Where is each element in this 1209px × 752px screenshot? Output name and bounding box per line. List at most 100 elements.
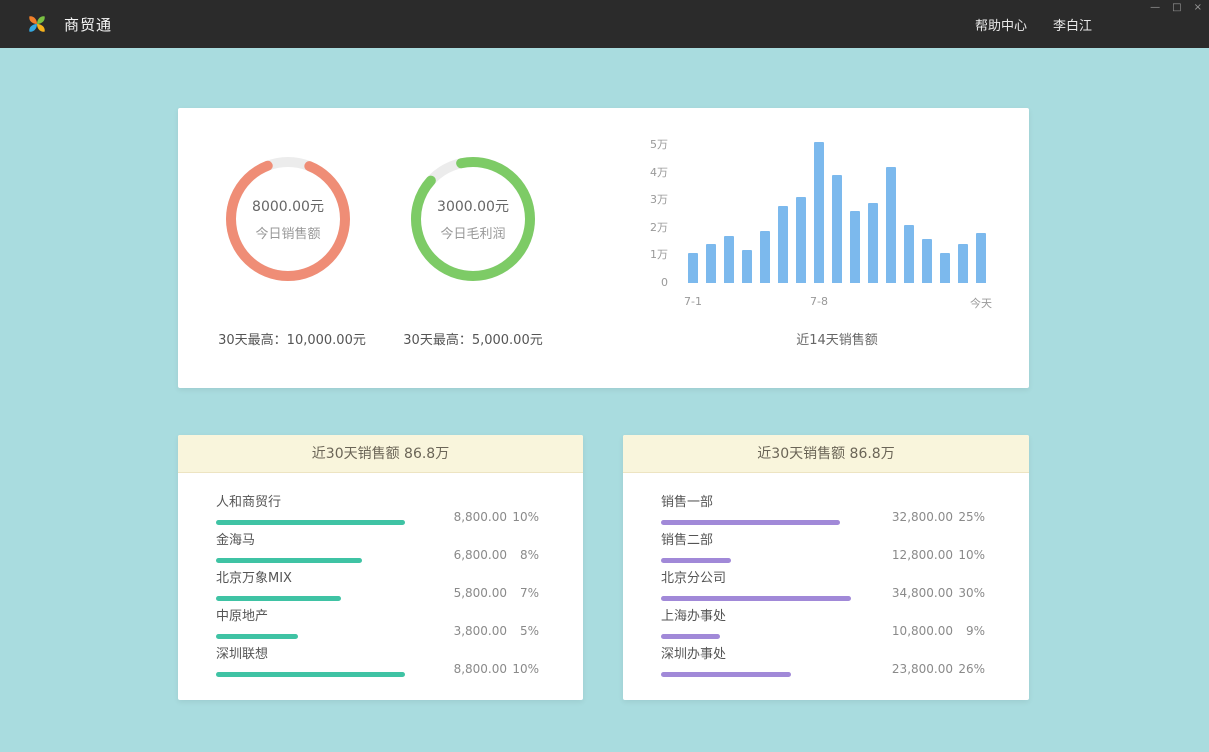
- chart-bar: [904, 225, 914, 283]
- y-axis-tick: 5万: [650, 138, 668, 152]
- rank-row-numbers: 8,800.00 10%: [421, 510, 539, 524]
- rank-row-name: 中原地产: [216, 609, 405, 625]
- x-axis-labels: 7-1 7-8 今天: [638, 295, 1018, 311]
- y-axis-labels: 5万4万3万2万1万0: [638, 138, 668, 290]
- rank-row: 销售二部 12,800.00 10%: [661, 533, 985, 563]
- rank-row-numbers: 6,800.00 8%: [421, 548, 539, 562]
- rank-row-bar: [661, 520, 840, 525]
- customer-rank-card: 近30天销售额 86.8万 人和商贸行 8,800.00 10% 金海马 6,8…: [178, 435, 583, 700]
- rank-row-name: 销售一部: [661, 495, 851, 511]
- rank-row-percent: 9%: [953, 624, 985, 638]
- rank-row-numbers: 3,800.00 5%: [421, 624, 539, 638]
- chart-bar: [724, 236, 734, 283]
- user-name-link[interactable]: 李白江: [1053, 15, 1092, 34]
- rank-row-bar: [661, 558, 731, 563]
- rank-row-percent: 25%: [953, 510, 985, 524]
- rank-row-amount: 8,800.00: [421, 510, 507, 524]
- rank-row-name: 金海马: [216, 533, 405, 549]
- rank-row: 人和商贸行 8,800.00 10%: [216, 495, 539, 525]
- rank-row-numbers: 10,800.00 9%: [867, 624, 985, 638]
- rank-row: 深圳办事处 23,800.00 26%: [661, 647, 985, 677]
- chart-bar: [850, 211, 860, 283]
- rank-row-percent: 10%: [953, 548, 985, 562]
- y-axis-tick: 2万: [650, 221, 668, 235]
- titlebar: — □ × 商贸通 帮助中心 李白江: [0, 0, 1209, 48]
- today-sales-30day-max: 30天最高：10,000.00元: [192, 329, 392, 348]
- chart-bar: [922, 239, 932, 283]
- window-controls: — □ ×: [1150, 2, 1202, 14]
- rank-row-bar: [216, 596, 341, 601]
- rank-row: 深圳联想 8,800.00 10%: [216, 647, 539, 677]
- rank-row-amount: 8,800.00: [421, 662, 507, 676]
- maximize-button[interactable]: □: [1172, 2, 1181, 14]
- rank-row-bar: [661, 672, 791, 677]
- rank-row-name: 上海办事处: [661, 609, 851, 625]
- close-button[interactable]: ×: [1194, 2, 1202, 14]
- rank-row: 上海办事处 10,800.00 9%: [661, 609, 985, 639]
- rank-row-name: 深圳办事处: [661, 647, 851, 663]
- chart-bar: [706, 244, 716, 283]
- rank-row-numbers: 8,800.00 10%: [421, 662, 539, 676]
- rank-row-numbers: 32,800.00 25%: [867, 510, 985, 524]
- rank-row-left: 金海马: [216, 533, 405, 563]
- chart-bar: [940, 253, 950, 283]
- rank-row-left: 深圳办事处: [661, 647, 851, 677]
- rank-row-percent: 10%: [507, 662, 539, 676]
- sales-bar-chart: 5万4万3万2万1万0 7-17-8今天 近14天销售额: [638, 133, 1018, 348]
- rank-row-numbers: 23,800.00 26%: [867, 662, 985, 676]
- rank-row-left: 北京分公司: [661, 571, 851, 601]
- rank-row-amount: 34,800.00: [867, 586, 953, 600]
- help-center-link[interactable]: 帮助中心: [975, 15, 1027, 34]
- rank-row-left: 深圳联想: [216, 647, 405, 677]
- x-axis-label: 7-1: [684, 295, 702, 308]
- department-rank-title: 近30天销售额 86.8万: [623, 435, 1029, 473]
- app-logo-icon: [24, 11, 50, 37]
- y-axis-tick: 3万: [650, 193, 668, 207]
- rank-row-name: 北京分公司: [661, 571, 851, 587]
- rank-row-amount: 32,800.00: [867, 510, 953, 524]
- rank-row-bar: [216, 520, 405, 525]
- chart-bar: [958, 244, 968, 283]
- chart-bar: [886, 167, 896, 283]
- rank-row-left: 人和商贸行: [216, 495, 405, 525]
- rank-row: 北京分公司 34,800.00 30%: [661, 571, 985, 601]
- today-sales-donut-chart: [223, 154, 353, 284]
- rank-row-amount: 10,800.00: [867, 624, 953, 638]
- chart-bar: [976, 233, 986, 283]
- department-rank-card: 近30天销售额 86.8万 销售一部 32,800.00 25% 销售二部 12…: [623, 435, 1029, 700]
- rank-row: 中原地产 3,800.00 5%: [216, 609, 539, 639]
- y-axis-tick: 1万: [650, 248, 668, 262]
- rank-row-percent: 8%: [507, 548, 539, 562]
- rank-row-numbers: 12,800.00 10%: [867, 548, 985, 562]
- chart-bar: [778, 206, 788, 283]
- department-rank-list: 销售一部 32,800.00 25% 销售二部 12,800.00 10% 北京…: [623, 473, 1029, 677]
- rank-row-amount: 3,800.00: [421, 624, 507, 638]
- rank-row-bar: [216, 672, 405, 677]
- rank-row-percent: 10%: [507, 510, 539, 524]
- rank-row-name: 人和商贸行: [216, 495, 405, 511]
- rank-row: 北京万象MIX 5,800.00 7%: [216, 571, 539, 601]
- rank-row-percent: 5%: [507, 624, 539, 638]
- chart-bar: [814, 142, 824, 283]
- today-profit-donut-chart: [408, 154, 538, 284]
- app-title: 商贸通: [64, 14, 112, 35]
- customer-rank-title: 近30天销售额 86.8万: [178, 435, 583, 473]
- x-axis-label: 7-8: [810, 295, 828, 308]
- chart-bar: [868, 203, 878, 283]
- rank-row-name: 北京万象MIX: [216, 571, 405, 587]
- today-profit-30day-max: 30天最高：5,000.00元: [373, 329, 573, 348]
- rank-row-numbers: 34,800.00 30%: [867, 586, 985, 600]
- rank-row-percent: 30%: [953, 586, 985, 600]
- y-axis-tick: 4万: [650, 166, 668, 180]
- titlebar-left: 商贸通: [24, 0, 112, 48]
- titlebar-right: 帮助中心 李白江: [975, 0, 1092, 48]
- minimize-button[interactable]: —: [1150, 2, 1160, 14]
- rank-row-left: 上海办事处: [661, 609, 851, 639]
- customer-rank-list: 人和商贸行 8,800.00 10% 金海马 6,800.00 8% 北京万象M…: [178, 473, 583, 677]
- x-axis-label: 今天: [970, 295, 992, 311]
- rank-row-left: 销售二部: [661, 533, 851, 563]
- chart-bar: [796, 197, 806, 283]
- rank-row-amount: 5,800.00: [421, 586, 507, 600]
- rank-row: 金海马 6,800.00 8%: [216, 533, 539, 563]
- rank-row-left: 销售一部: [661, 495, 851, 525]
